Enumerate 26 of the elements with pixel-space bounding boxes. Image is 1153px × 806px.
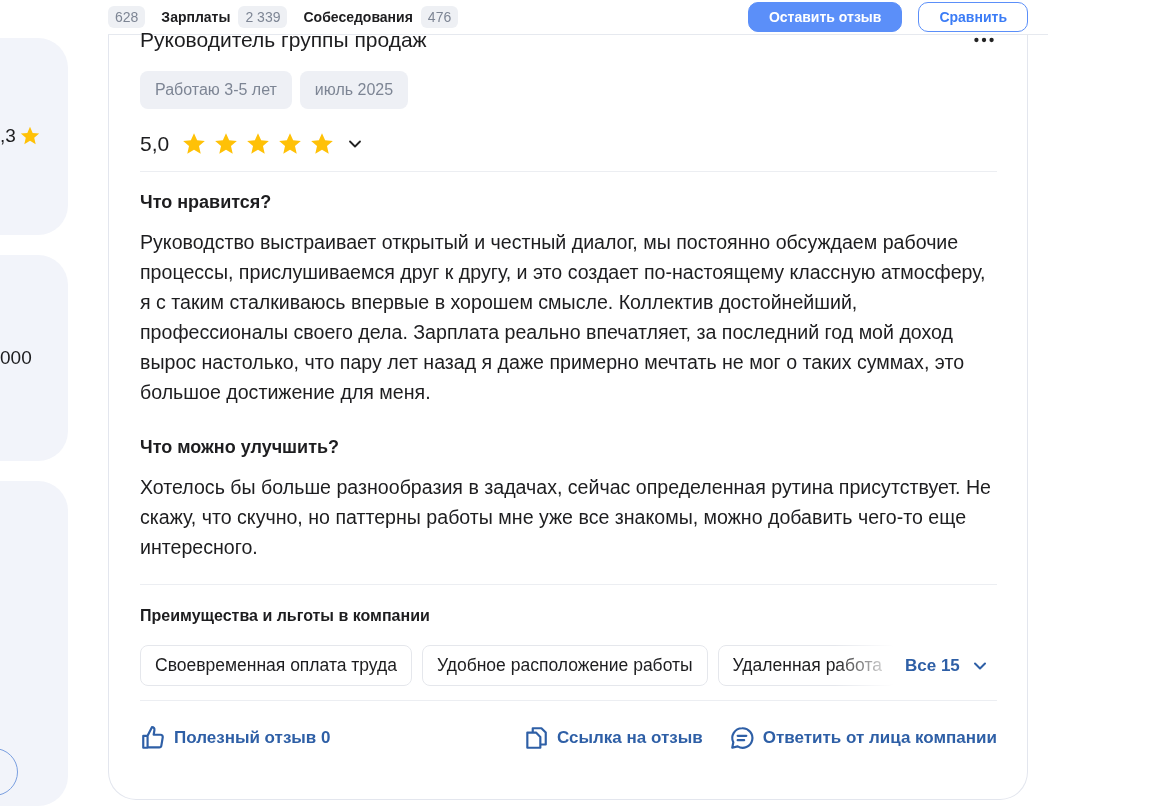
sidebar-value: ,3 (0, 125, 16, 148)
review-text: Хотелось бы больше разнообразия в задачах, сейчас определенная рутина присутствует. Не скажу, что скучно, но паттерны работы мне уже все знакомы, можно добавить чего-то еще интересного. (140, 475, 992, 560)
thumbs-up-icon (140, 725, 166, 751)
stat-label[interactable]: Зарплаты (161, 9, 231, 25)
rating-value: 5,0 (140, 132, 170, 156)
section-heading: Что нравится? (140, 192, 273, 213)
tag: июль 2025 (299, 71, 409, 109)
tag: Работаю 3-5 лет (140, 71, 292, 109)
section-heading: Что можно улучшить? (140, 437, 341, 458)
show-all-button[interactable]: Все 15 (905, 655, 990, 676)
benefit-chip: Удобное расположение работы (422, 645, 708, 686)
compare-button[interactable]: Сравнить (918, 2, 1028, 32)
stat-label[interactable]: Собеседования (303, 9, 413, 25)
review-link[interactable]: Ссылка на отзыв (523, 725, 703, 751)
count-badge: 2 339 (238, 6, 288, 28)
helpful-button[interactable]: Полезный отзыв 0 (140, 725, 331, 751)
review-text: Руководство выстраивает открытый и честный диалог, мы постоянно обсуждаем рабочие процессы, прислушиваемся друг к другу, и это создает по-настоящему классную атмосферу, я с таким сталкиваюсь впервые в хорошем смысле. Коллектив достойнейший, профессионалы своего дела. Зарплата реально впечатляет, за последний год мой доход вырос настолько, что пару лет назад я даже примерно мечтать не мог о таких суммах, это большое достижение для меня. (140, 230, 987, 405)
count-badge: 476 (420, 6, 459, 28)
copy-icon (523, 725, 550, 751)
chat-bubble-icon (728, 725, 755, 751)
reply-link[interactable]: Ответить от лица компании (728, 725, 997, 751)
benefits-heading: Преимущества и льготы в компании (140, 607, 431, 625)
benefit-chip: Своевременная оплата труда (140, 645, 412, 686)
sidebar-value: 000 (0, 347, 32, 370)
count-badge: 628 (108, 6, 146, 28)
review-title: Руководитель группы продаж (140, 28, 427, 52)
